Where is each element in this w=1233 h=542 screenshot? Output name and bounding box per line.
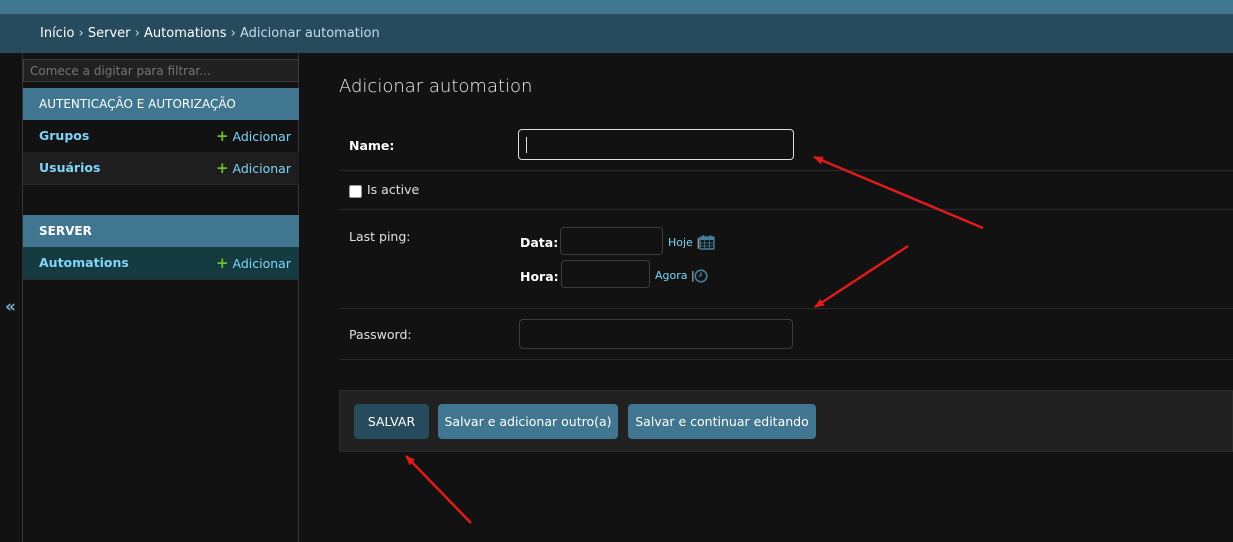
save-and-add-another-button[interactable]: Salvar e adicionar outro(a): [438, 404, 618, 439]
sidebar: AUTENTICAÇÃO E AUTORIZAÇÃO Grupos +Adici…: [23, 53, 299, 542]
form-row-is-active: Is active: [339, 171, 1233, 210]
time-label: Hora:: [520, 269, 559, 284]
breadcrumb-model[interactable]: Automations: [144, 26, 227, 41]
add-grupo-link[interactable]: + Adicionar: [216, 120, 291, 153]
breadcrumb-app[interactable]: Server: [88, 26, 131, 41]
breadcrumb-home[interactable]: Início: [40, 26, 74, 41]
form-row-name: Name:: [339, 118, 1233, 171]
calendar-icon[interactable]: [699, 234, 715, 250]
sidebar-item-label[interactable]: Automations: [39, 247, 129, 279]
main-content: Adicionar automation Name: Is active Las…: [299, 53, 1233, 542]
today-link[interactable]: Hoje: [668, 236, 693, 249]
module-caption-auth[interactable]: AUTENTICAÇÃO E AUTORIZAÇÃO: [23, 88, 299, 120]
date-field[interactable]: [560, 227, 663, 255]
password-label: Password:: [349, 327, 412, 342]
submit-row: SALVAR Salvar e adicionar outro(a) Salva…: [339, 390, 1233, 452]
plus-icon: +: [215, 127, 229, 145]
save-button[interactable]: SALVAR: [354, 404, 429, 439]
breadcrumb: Início › Server › Automations › Adiciona…: [0, 14, 1233, 53]
sidebar-item-automations: Automations + Adicionar: [23, 247, 299, 280]
chevron-double-left-icon[interactable]: «: [5, 297, 16, 317]
add-usuario-link[interactable]: + Adicionar: [216, 152, 291, 185]
page-title: Adicionar automation: [339, 76, 533, 97]
breadcrumb-separator: ›: [230, 26, 236, 41]
time-field[interactable]: [561, 260, 650, 288]
date-label: Data:: [520, 235, 559, 250]
sidebar-filter-input[interactable]: [23, 59, 299, 82]
form-row-last-ping: Last ping: Data: Hoje | Hora: Agora |: [339, 210, 1233, 309]
text-caret: [526, 137, 527, 153]
sidebar-item-grupos: Grupos + Adicionar: [23, 120, 299, 153]
last-ping-label: Last ping:: [349, 229, 411, 244]
sidebar-item-label[interactable]: Usuários: [39, 152, 100, 184]
breadcrumb-separator: ›: [134, 26, 140, 41]
toggle-sidebar-button[interactable]: «: [0, 53, 23, 542]
is-active-checkbox[interactable]: [349, 185, 362, 198]
name-field[interactable]: [518, 129, 794, 160]
add-link-label: Adicionar: [232, 256, 291, 271]
time-shortcuts: Agora |: [655, 269, 695, 282]
add-automation-link[interactable]: + Adicionar: [216, 247, 291, 280]
is-active-label[interactable]: Is active: [367, 182, 419, 197]
breadcrumb-separator: ›: [78, 26, 84, 41]
sidebar-item-label[interactable]: Grupos: [39, 120, 89, 152]
site-header: [0, 0, 1233, 14]
clock-icon[interactable]: [694, 269, 708, 283]
breadcrumb-current: Adicionar automation: [240, 26, 380, 41]
date-shortcuts: Hoje |: [668, 236, 700, 249]
password-field[interactable]: [519, 319, 793, 349]
sidebar-item-usuarios: Usuários + Adicionar: [23, 152, 299, 185]
add-link-label: Adicionar: [232, 161, 291, 176]
name-label: Name:: [349, 138, 395, 153]
save-and-continue-button[interactable]: Salvar e continuar editando: [628, 404, 816, 439]
form-row-password: Password:: [339, 309, 1233, 360]
add-link-label: Adicionar: [232, 129, 291, 144]
now-link[interactable]: Agora: [655, 269, 688, 282]
plus-icon: +: [215, 159, 229, 177]
plus-icon: +: [215, 254, 229, 272]
module-caption-server[interactable]: SERVER: [23, 215, 299, 247]
